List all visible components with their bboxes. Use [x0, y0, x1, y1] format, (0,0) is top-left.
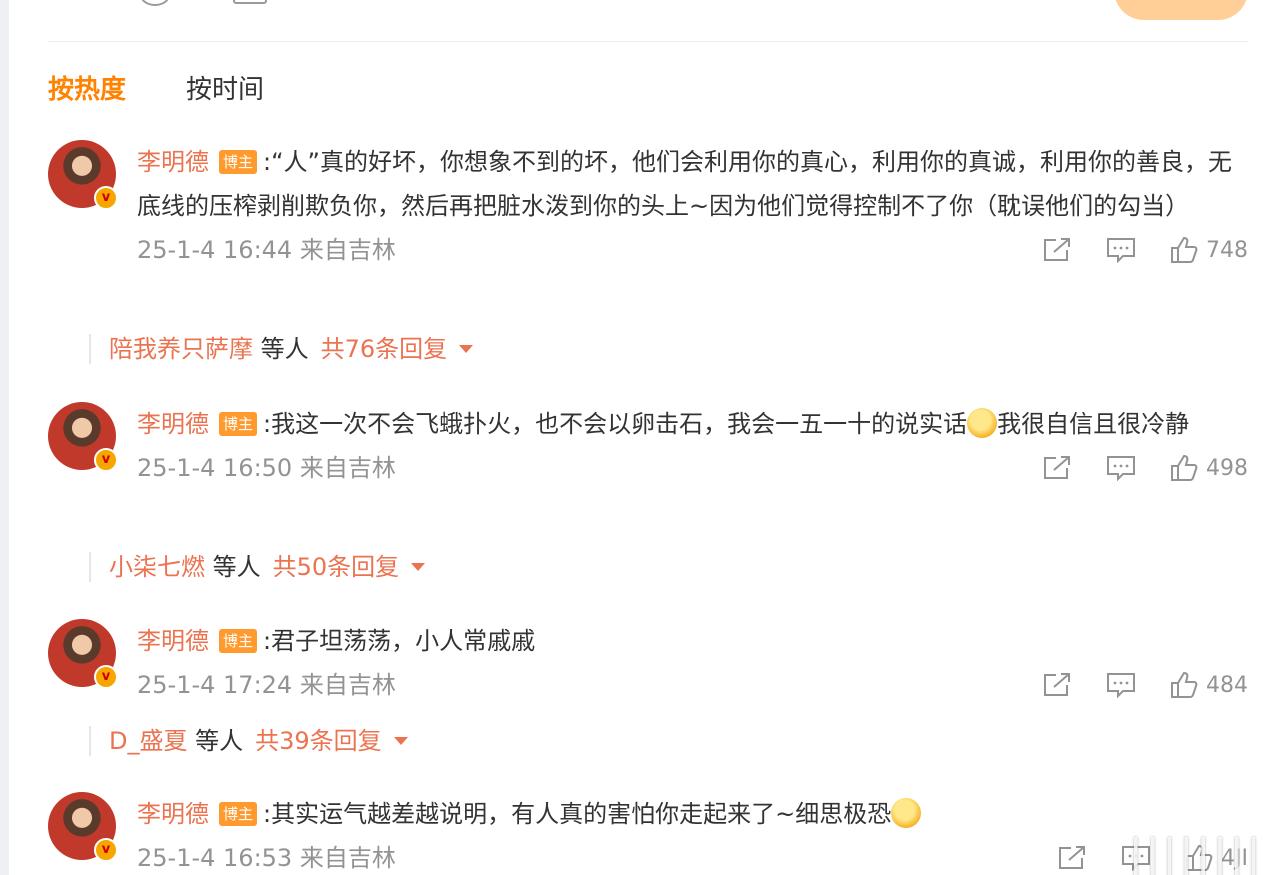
- comment-username[interactable]: 李明德: [137, 800, 209, 828]
- reply-usernames[interactable]: 小柒七燃: [109, 553, 205, 581]
- comment-meta: 25-1-4 16:53 来自吉林 4JI: [137, 836, 1248, 875]
- comment-meta: 25-1-4 17:24 来自吉林 484: [137, 663, 1248, 707]
- share-icon: [1059, 846, 1086, 869]
- reply-summary[interactable]: D_盛夏 等人 共39条回复: [89, 726, 408, 756]
- share-button[interactable]: [1042, 237, 1072, 263]
- chevron-down-icon: [459, 345, 474, 353]
- comment-content: :其实运气越差越说明，有人真的害怕你走起来了~细思极恐: [263, 800, 892, 828]
- reply-usernames[interactable]: 陪我养只萨摩: [109, 335, 253, 363]
- comment-time: 25-1-4 16:50 来自吉林: [137, 454, 396, 482]
- thumbs-up-icon: [1171, 671, 1198, 698]
- like-button[interactable]: 748: [1170, 236, 1248, 264]
- comment-text: 李明德 博主:君子坦荡荡，小人常戚戚: [137, 619, 1248, 663]
- host-badge: 博主: [219, 150, 258, 174]
- share-button[interactable]: [1057, 845, 1087, 871]
- host-badge: 博主: [219, 629, 258, 653]
- reply-button[interactable]: [1106, 455, 1136, 481]
- reply-count[interactable]: 共39条回复: [255, 727, 382, 755]
- host-badge: 博主: [219, 802, 258, 826]
- verified-badge-icon: v: [94, 448, 118, 472]
- reply-summary[interactable]: 陪我养只萨摩 等人 共76条回复: [89, 334, 474, 364]
- comment-actions: 498: [1042, 446, 1248, 490]
- tab-sort-time[interactable]: 按时间: [186, 72, 264, 108]
- reply-summary[interactable]: 小柒七燃 等人 共50条回复: [89, 552, 426, 582]
- reply-icon: [1107, 456, 1135, 481]
- reply-suffix: 等人: [205, 553, 261, 581]
- verified-badge-icon: v: [94, 665, 118, 689]
- reply-button[interactable]: [1106, 672, 1136, 698]
- reply-suffix: 等人: [253, 335, 309, 363]
- verified-badge-icon: v: [94, 838, 118, 862]
- top-toolbar: [48, 0, 1248, 42]
- comment-content: :“人”真的好坏，你想象不到的坏，他们会利用你的真心，利用你的真诚，利用你的善良…: [137, 148, 1232, 220]
- comment-text: 李明德 博主:我这一次不会飞蛾扑火，也不会以卵击石，我会一五一十的说实话 我很自信且…: [137, 402, 1248, 446]
- reply-icon: [1107, 673, 1135, 698]
- submit-button[interactable]: [1114, 0, 1248, 20]
- verified-badge-icon: v: [94, 186, 118, 210]
- comment-username[interactable]: 李明德: [137, 410, 209, 438]
- comment-actions: 748: [1042, 228, 1248, 272]
- share-button[interactable]: [1042, 672, 1072, 698]
- share-icon: [1044, 673, 1070, 696]
- comment-content: :君子坦荡荡，小人常戚戚: [263, 627, 536, 655]
- left-edge-bar: [0, 0, 9, 875]
- share-button[interactable]: [1042, 455, 1072, 481]
- like-count: 484: [1206, 672, 1248, 698]
- like-button[interactable]: 498: [1170, 454, 1248, 482]
- reply-usernames[interactable]: D_盛夏: [109, 727, 187, 755]
- comment-content-tail: 我很自信且很冷静: [997, 410, 1190, 438]
- reply-button[interactable]: [1106, 237, 1136, 263]
- chevron-down-icon: [393, 737, 408, 745]
- thumbs-up-icon: [1171, 454, 1198, 481]
- reply-icon: [1107, 238, 1135, 263]
- tab-sort-hot[interactable]: 按热度: [48, 72, 126, 108]
- share-icon: [1044, 456, 1070, 479]
- like-count: 498: [1206, 455, 1248, 481]
- thumbs-up-icon: [1171, 236, 1198, 263]
- comment-meta: 25-1-4 16:44 来自吉林 748: [137, 228, 1248, 272]
- like-button[interactable]: 484: [1170, 671, 1248, 699]
- reply-count[interactable]: 共50条回复: [273, 553, 400, 581]
- share-icon: [1044, 238, 1070, 261]
- chevron-down-icon: [411, 563, 426, 571]
- reply-suffix: 等人: [187, 727, 244, 755]
- comment-time: 25-1-4 17:24 来自吉林: [137, 671, 396, 699]
- comment-username[interactable]: 李明德: [137, 627, 209, 655]
- hug-emoji-icon: [891, 798, 922, 828]
- host-badge: 博主: [219, 412, 258, 436]
- comment-text: 李明德 博主:“人”真的好坏，你想象不到的坏，他们会利用你的真心，利用你的真诚，利…: [137, 140, 1248, 228]
- comment-actions: 484: [1042, 663, 1248, 707]
- comment-icon[interactable]: [140, 0, 170, 6]
- comment-time: 25-1-4 16:53 来自吉林: [137, 844, 396, 872]
- comment-text: 李明德 博主:其实运气越差越说明，有人真的害怕你走起来了~细思极恐: [137, 792, 1248, 836]
- comment-meta: 25-1-4 16:50 来自吉林 498: [137, 446, 1248, 490]
- sort-tabs: 按热度 按时间: [48, 72, 264, 108]
- comment-content: :我这一次不会飞蛾扑火，也不会以卵击石，我会一五一十的说实话: [263, 410, 968, 438]
- comment-time: 25-1-4 16:44 来自吉林: [137, 236, 396, 264]
- image-icon[interactable]: [233, 0, 267, 4]
- smile-emoji-icon: [967, 408, 998, 438]
- reply-count[interactable]: 共76条回复: [321, 335, 448, 363]
- comment-username[interactable]: 李明德: [137, 148, 209, 176]
- like-count: 748: [1206, 237, 1248, 263]
- watermark: ||||||||: [1128, 830, 1263, 875]
